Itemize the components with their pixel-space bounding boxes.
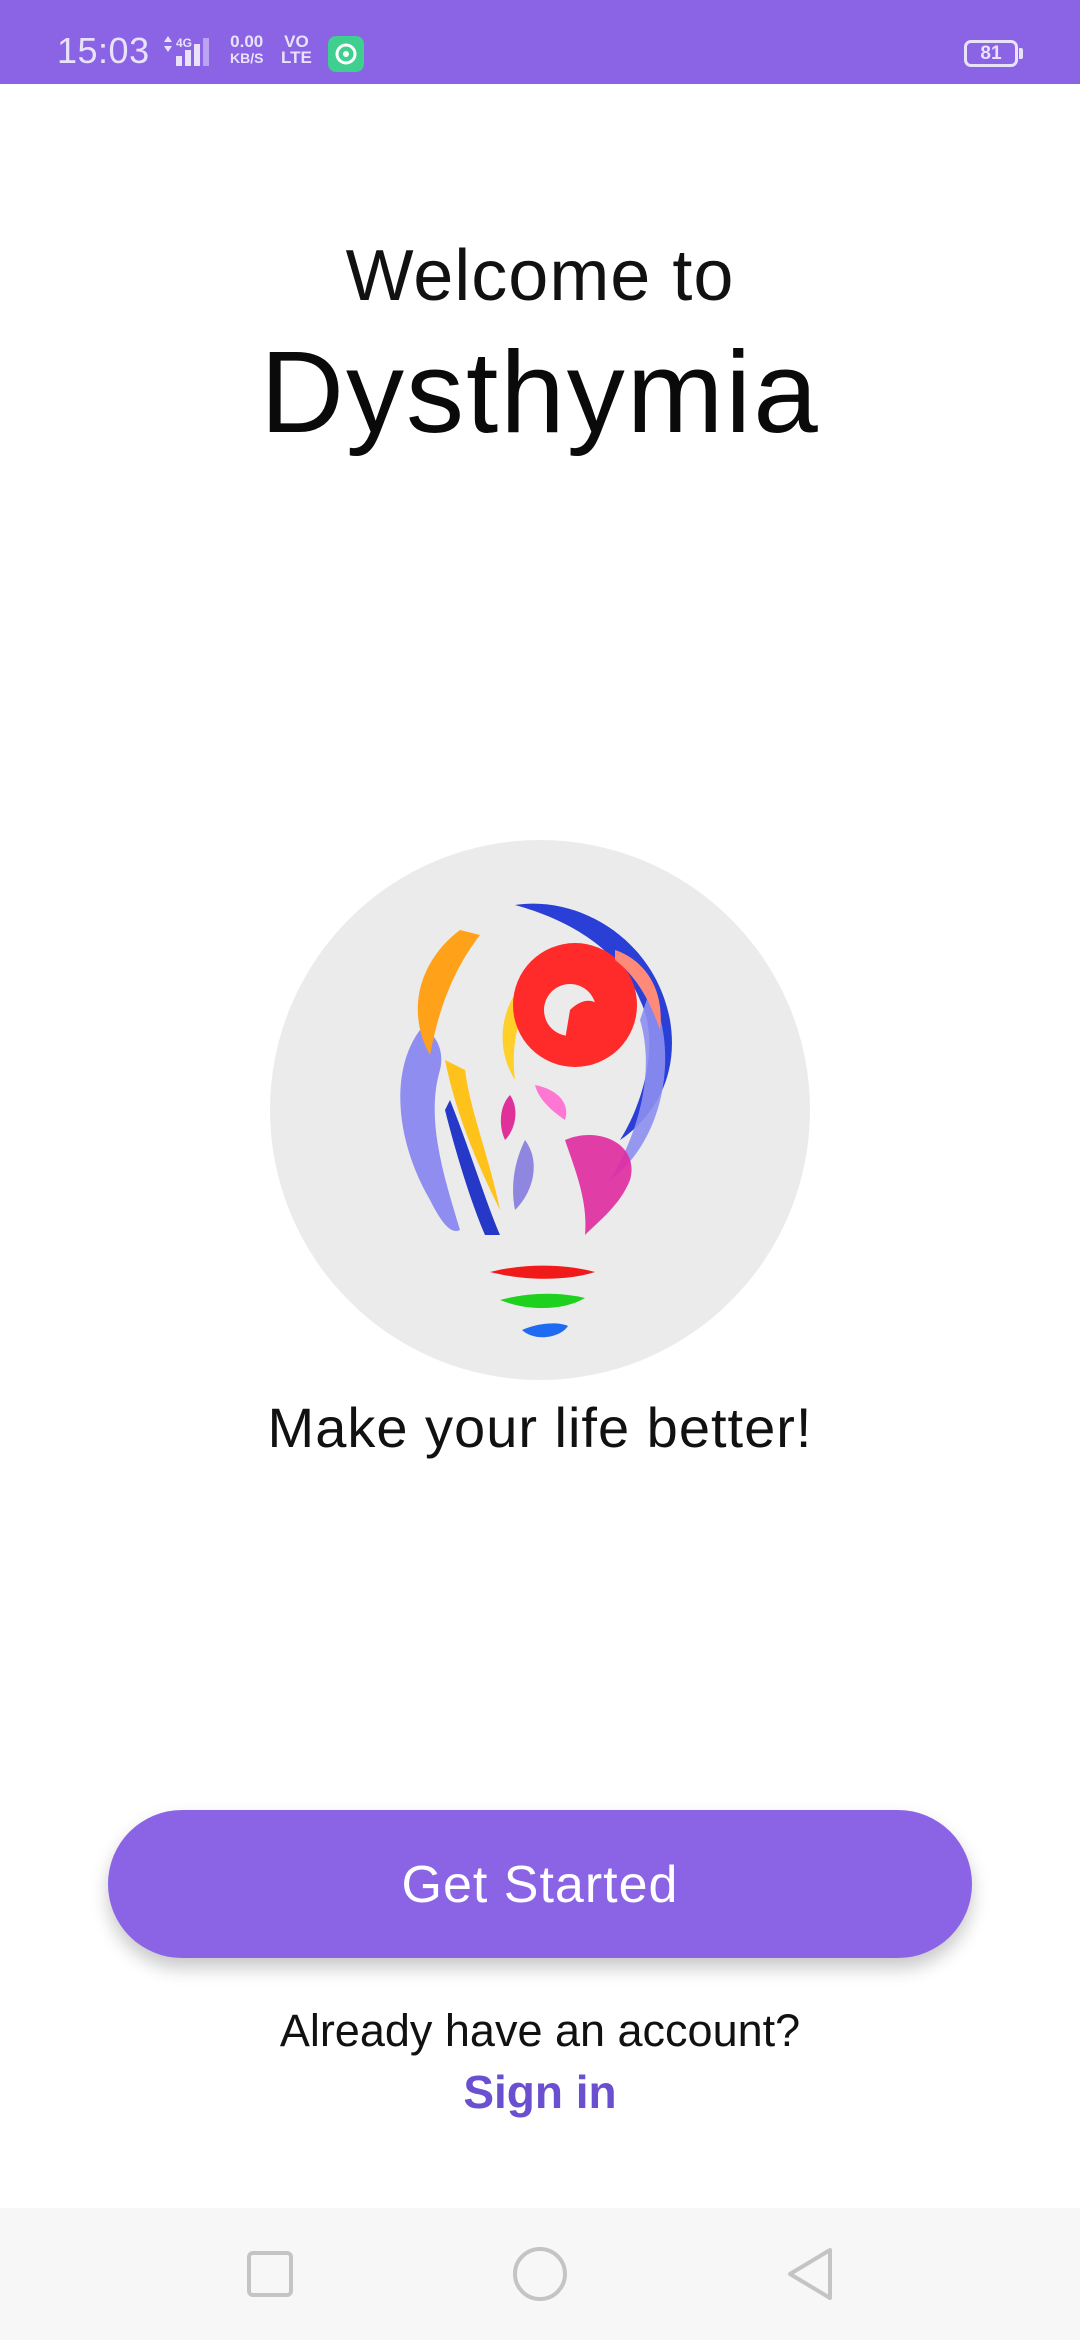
status-time: 15:03 <box>57 30 150 71</box>
network-type: 4G <box>176 36 192 50</box>
home-button[interactable] <box>460 2208 620 2340</box>
sign-in-link[interactable]: Sign in <box>0 2065 1080 2119</box>
back-triangle-icon <box>788 2248 832 2300</box>
recents-square-icon <box>247 2251 293 2297</box>
signal-strength-icon: 4G <box>160 34 220 75</box>
system-nav-bar <box>0 2208 1080 2340</box>
network-speed-unit: KB/S <box>230 50 264 66</box>
network-speed-value: 0.00 <box>230 32 264 51</box>
recents-button[interactable] <box>190 2208 350 2340</box>
battery-tip <box>1019 48 1023 59</box>
welcome-text: Welcome to <box>345 236 735 316</box>
colorful-lightbulb-icon <box>400 903 672 1338</box>
tagline: Make your life better! <box>267 1396 813 1459</box>
volte-bottom: LTE <box>281 48 312 67</box>
volte-indicator: VO LTE <box>281 33 312 67</box>
home-circle-icon <box>513 2247 567 2301</box>
notification-app-icon <box>328 36 364 72</box>
network-speed: 0.00 KB/S <box>230 32 264 66</box>
welcome-screen: 15:03 4G 0.00 KB/S VO LTE 81 Welcome to … <box>0 0 1080 2340</box>
logo-circle <box>270 840 810 1380</box>
get-started-button[interactable]: Get Started <box>108 1810 972 1958</box>
account-prompt: Already have an account? <box>279 2005 801 2056</box>
battery-level: 81 <box>980 43 1002 64</box>
battery-icon: 81 <box>964 40 1018 67</box>
status-bar: 15:03 4G 0.00 KB/S VO LTE 81 <box>0 0 1080 84</box>
back-button[interactable] <box>730 2208 890 2340</box>
app-name-title: Dysthymia <box>260 327 820 457</box>
